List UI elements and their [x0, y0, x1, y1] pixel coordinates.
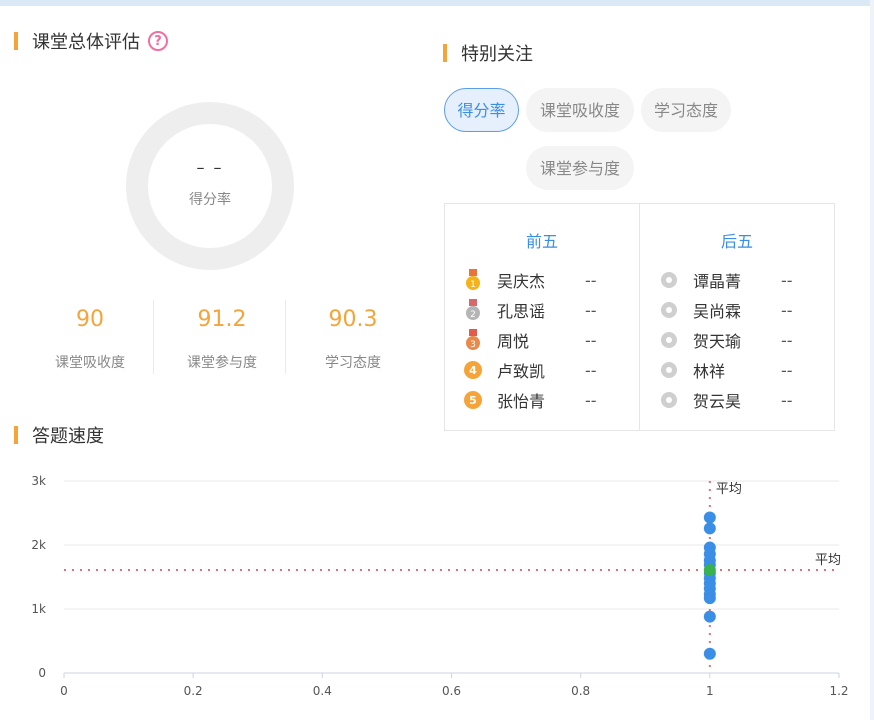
gray-circle-icon: [659, 300, 679, 320]
question-circle-icon[interactable]: ?: [148, 31, 168, 51]
student-name: 林祥: [693, 362, 726, 381]
top-rank-row: 1 吴庆杰 --: [463, 265, 597, 295]
gray-circle-icon: [659, 360, 679, 380]
metric-value: 91.2: [197, 307, 247, 332]
student-score: --: [781, 300, 793, 320]
student-name: 贺天瑜: [693, 332, 742, 351]
y-tick-label: 2k: [31, 538, 46, 552]
overall-title-text: 课堂总体评估: [32, 32, 140, 53]
student-name: 周悦: [497, 332, 530, 351]
student-score: --: [585, 330, 597, 350]
metric-divider: [285, 300, 286, 374]
bottom-rank-row: 吴尚霖 --: [659, 295, 793, 325]
top-border: [0, 0, 874, 6]
metric-divider: [153, 300, 154, 374]
mean-y-label: 平均: [815, 553, 841, 568]
student-name: 吴庆杰: [497, 272, 546, 291]
x-tick-label: 0.4: [313, 684, 332, 698]
y-tick-label: 0: [38, 666, 46, 680]
tab-participation[interactable]: 课堂参与度: [526, 146, 634, 190]
student-score: --: [585, 390, 597, 410]
metric-label: 课堂参与度: [187, 355, 257, 371]
y-tick-label: 1k: [31, 602, 46, 616]
metric-value: 90: [76, 307, 104, 332]
tab-attitude[interactable]: 学习态度: [641, 88, 731, 132]
top-rank-row: 5 张怡青 --: [463, 385, 597, 415]
speed-title-text: 答题速度: [32, 426, 104, 447]
bottom-five-heading: 后五: [720, 232, 753, 251]
metric-participation: 91.2 课堂参与度: [157, 300, 287, 372]
student-score: --: [585, 360, 597, 380]
score-value: – –: [196, 158, 224, 177]
tab-absorption[interactable]: 课堂吸收度: [526, 88, 634, 132]
metric-absorption: 90 课堂吸收度: [25, 300, 155, 372]
tab-score-rate[interactable]: 得分率: [444, 88, 519, 132]
x-tick-label: 0.8: [571, 684, 590, 698]
title-accent-bar: [443, 44, 447, 62]
student-score: --: [781, 360, 793, 380]
x-tick-label: 1: [706, 684, 714, 698]
data-point: [703, 592, 716, 605]
score-donut: [126, 102, 294, 270]
attention-title-text: 特别关注: [461, 44, 533, 65]
top-rank-row: 4 卢致凯 --: [463, 355, 597, 385]
student-name: 吴尚霖: [693, 302, 742, 321]
data-point: [703, 511, 716, 524]
overall-section-title: 课堂总体评估 ?: [14, 28, 168, 54]
silver-medal-icon: 2: [463, 299, 483, 320]
bottom-rank-row: 谭晶菁 --: [659, 265, 793, 295]
student-score: --: [585, 270, 597, 290]
speed-section-title: 答题速度: [14, 422, 104, 448]
metric-value: 90.3: [328, 307, 378, 332]
svg-text:1: 1: [470, 280, 476, 290]
student-score: --: [585, 300, 597, 320]
title-accent-bar: [14, 426, 18, 444]
mean-x-label: 平均: [716, 482, 742, 497]
metric-label: 学习态度: [325, 355, 381, 371]
x-tick-label: 0.6: [442, 684, 461, 698]
score-label: 得分率: [189, 192, 231, 208]
student-score: --: [781, 330, 793, 350]
svg-text:3: 3: [470, 340, 476, 350]
y-tick-label: 3k: [31, 474, 46, 488]
rank-badge-icon: 5: [463, 390, 483, 410]
student-name: 贺云昊: [693, 392, 742, 411]
bottom-rank-row: 贺天瑜 --: [659, 325, 793, 355]
attention-section-title: 特别关注: [443, 40, 533, 66]
metric-attitude: 90.3 学习态度: [288, 300, 418, 372]
bottom-rank-row: 林祥 --: [659, 355, 793, 385]
student-name: 张怡青: [497, 392, 546, 411]
student-name: 谭晶菁: [693, 272, 742, 291]
top-rank-row: 2 孔思谣 --: [463, 295, 597, 325]
top-five-heading: 前五: [525, 232, 558, 251]
bottom-rank-row: 贺云昊 --: [659, 385, 793, 415]
bronze-medal-icon: 3: [463, 329, 483, 350]
data-point: [703, 610, 716, 623]
speed-scatter-chart: 01k2k3k0 0.2 0.4 0.6 0.8 1 1.2平均平均: [31, 474, 848, 698]
gray-circle-icon: [659, 390, 679, 410]
highlight-point: [703, 563, 716, 576]
student-name: 孔思谣: [497, 302, 546, 321]
x-tick-label: 1.2: [829, 684, 848, 698]
x-tick-label: 0.2: [184, 684, 203, 698]
rank-badge-icon: 4: [463, 360, 483, 380]
student-score: --: [781, 270, 793, 290]
title-accent-bar: [14, 32, 18, 50]
gray-circle-icon: [659, 270, 679, 290]
x-tick-label: 0: [60, 684, 68, 698]
svg-text:2: 2: [470, 310, 476, 320]
gold-medal-icon: 1: [463, 269, 483, 290]
data-point: [703, 647, 716, 660]
ranking-panel: 前五 后五 1 吴庆杰 -- 2 孔思谣 -- 3 周悦 -- 4 卢致凯 --…: [444, 203, 835, 431]
student-score: --: [781, 390, 793, 410]
data-point: [703, 522, 716, 535]
top-rank-row: 3 周悦 --: [463, 325, 597, 355]
gray-circle-icon: [659, 330, 679, 350]
student-name: 卢致凯: [497, 362, 546, 381]
metric-label: 课堂吸收度: [55, 355, 125, 371]
